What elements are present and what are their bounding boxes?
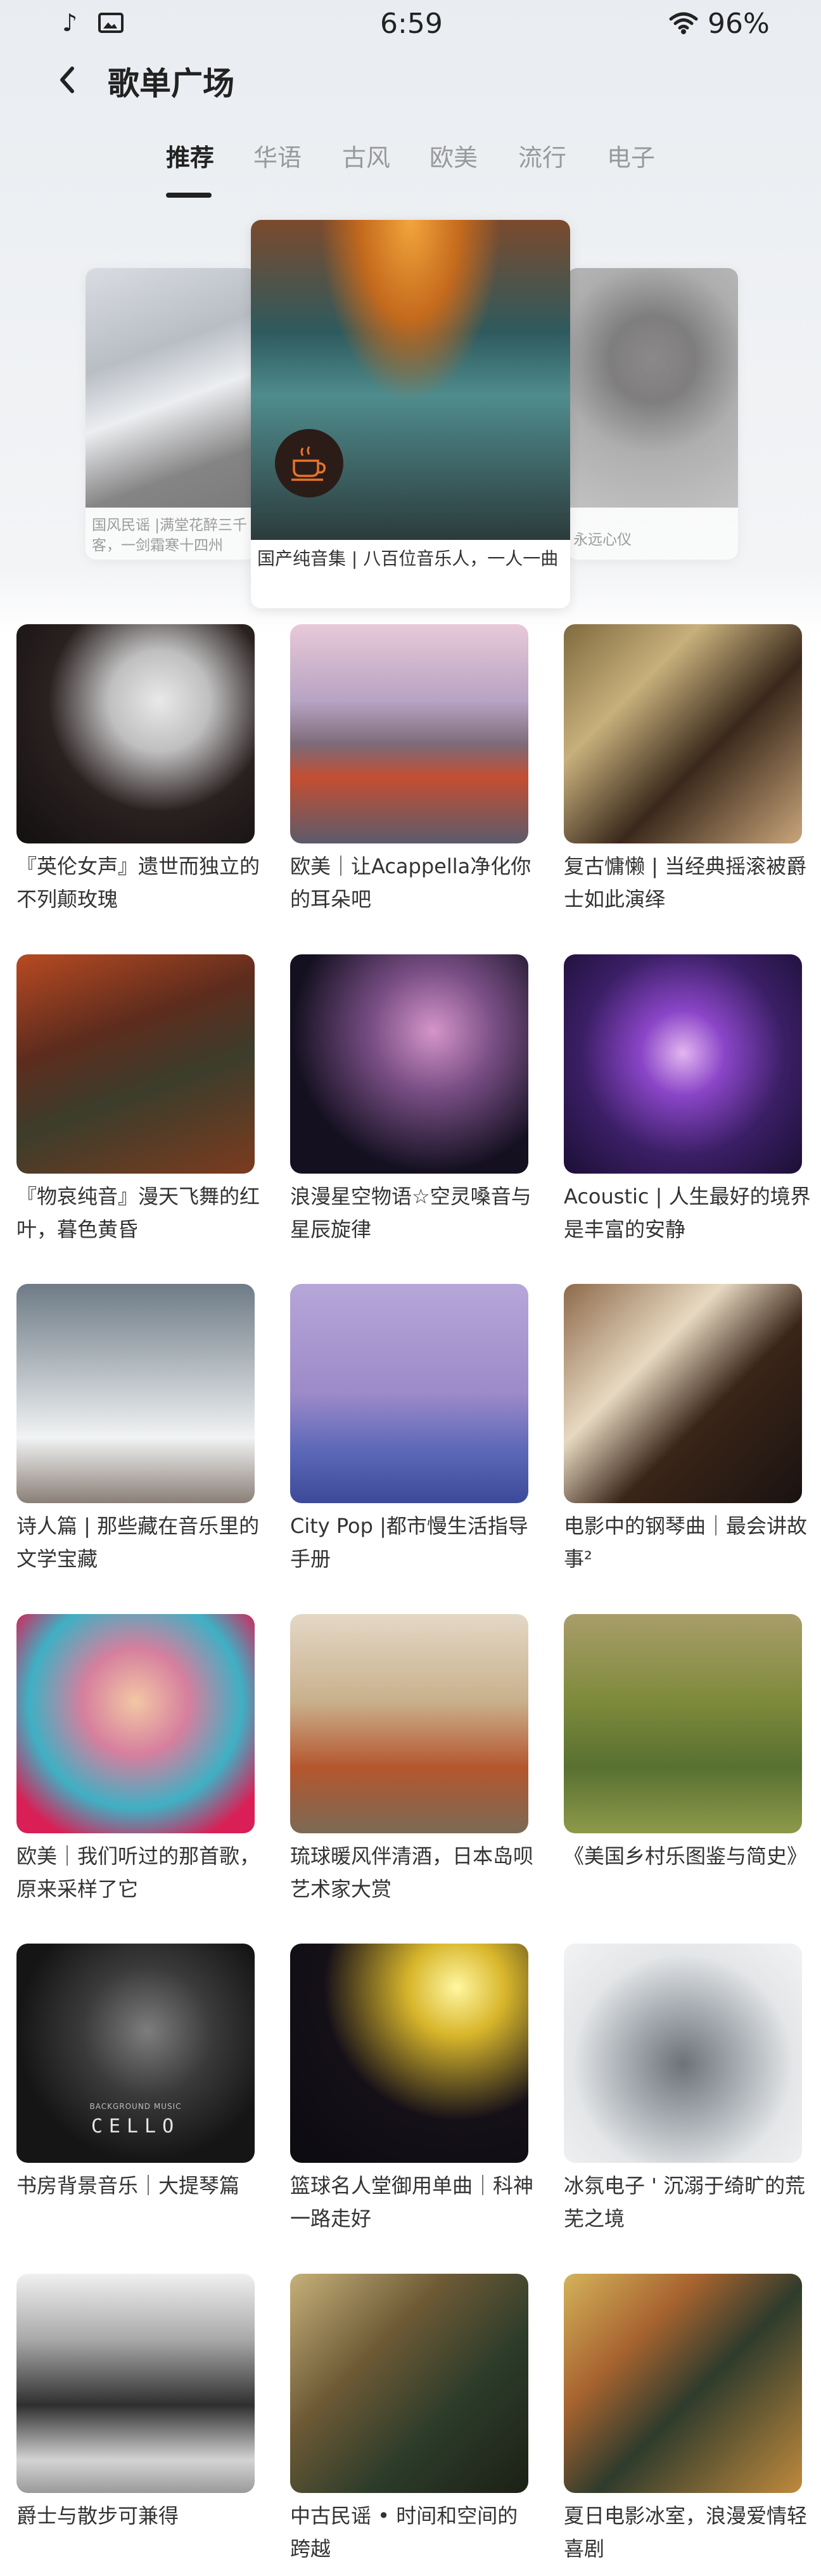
playlist-cover xyxy=(290,1284,528,1503)
playlist-cover xyxy=(564,1944,802,2163)
music-note-icon: ♪ xyxy=(62,9,78,37)
tab-chinese[interactable]: 华语 xyxy=(253,138,302,173)
tab-western[interactable]: 欧美 xyxy=(430,138,478,173)
playlist-title: 琉球暖风伴清酒，日本岛呗艺术家大赏 xyxy=(290,1844,534,1901)
playlist-cover xyxy=(16,2274,255,2493)
carousel-caption: 国风民谣 |满堂花醉三千客，一剑霜寒十四州 xyxy=(92,517,248,554)
chevron-left-icon xyxy=(60,67,74,93)
playlist-title: 『英伦女声』遗世而独立的不列颠玫瑰 xyxy=(16,854,260,911)
playlist-title: 爵士与散步可兼得 xyxy=(16,2504,179,2528)
tab-recommended[interactable]: 推荐 xyxy=(166,138,214,173)
playlist-cover xyxy=(290,2274,528,2493)
carousel-card-left[interactable]: 国风民谣 |满堂花醉三千客，一剑霜寒十四州 xyxy=(86,268,257,560)
playlist-cover xyxy=(290,1614,528,1833)
playlist-title: 篮球名人堂御用单曲｜科神一路走好 xyxy=(290,2174,534,2231)
playlist-title: 浪漫星空物语☆空灵嗓音与星辰旋律 xyxy=(290,1184,531,1241)
playlist-title: 欧美｜让Acappella净化你的耳朵吧 xyxy=(290,854,531,911)
playlist-cover xyxy=(290,1944,528,2163)
playlist-title: 《美国乡村乐图鉴与简史》 xyxy=(564,1844,808,1868)
cover-title: CELLO xyxy=(91,2115,181,2137)
playlist-cover xyxy=(16,954,255,1174)
playlist-cover xyxy=(564,1614,802,1833)
carousel-caption: 国产纯音集 | 八百位音乐人，一人一曲 xyxy=(257,548,559,569)
playlist-title: Acoustic | 人生最好的境界是丰富的安静 xyxy=(564,1184,811,1241)
playlist-cover xyxy=(564,624,802,843)
coffee-cup-icon xyxy=(275,429,343,497)
active-tab-indicator xyxy=(166,193,212,198)
playlist-cover: BACKGROUND MUSIC CELLO xyxy=(16,1944,255,2163)
status-time: 6:59 xyxy=(380,8,443,40)
playlist-title: 夏日电影冰室，浪漫爱情轻喜剧 xyxy=(564,2504,808,2561)
playlist-cover xyxy=(564,2274,802,2493)
back-button[interactable] xyxy=(54,63,80,96)
playlist-cover xyxy=(564,1284,802,1503)
playlist-title: 欧美｜我们听过的那首歌，原来采样了它 xyxy=(16,1844,260,1901)
carousel-caption: 永远心仪 xyxy=(573,532,632,548)
image-icon xyxy=(98,13,124,33)
carousel-card-right[interactable]: 永远心仪 xyxy=(567,268,738,560)
tab-electronic[interactable]: 电子 xyxy=(607,138,655,173)
playlist-title: 书房背景音乐｜大提琴篇 xyxy=(16,2174,240,2198)
playlist-title: 诗人篇 | 那些藏在音乐里的文学宝藏 xyxy=(16,1514,260,1571)
carousel-card-center[interactable]: 国产纯音集 | 八百位音乐人，一人一曲 xyxy=(251,220,570,608)
playlist-title: 冰氛电子 ' 沉溺于绮旷的荒芜之境 xyxy=(564,2174,806,2231)
status-bar: ♪ 6:59 96% xyxy=(0,0,821,51)
playlist-title: 『物哀纯音』漫天飞舞的红叶，暮色黄昏 xyxy=(16,1184,260,1241)
page-title: 歌单广场 xyxy=(108,65,234,102)
playlist-cover xyxy=(16,1614,255,1833)
cover-subtitle: BACKGROUND MUSIC xyxy=(89,2102,182,2111)
playlist-cover xyxy=(16,624,255,843)
playlist-title: City Pop |都市慢生活指导手册 xyxy=(290,1514,528,1571)
playlist-cover xyxy=(290,624,528,843)
tab-ancient-style[interactable]: 古风 xyxy=(342,138,390,173)
wifi-icon xyxy=(669,12,698,34)
playlist-cover xyxy=(564,954,802,1174)
playlist-cover xyxy=(16,1284,255,1503)
playlist-title: 中古民谣 • 时间和空间的跨越 xyxy=(290,2504,518,2561)
playlist-cover xyxy=(567,268,738,508)
playlist-cover xyxy=(251,220,570,540)
playlist-cover xyxy=(86,268,257,508)
playlist-title: 电影中的钢琴曲｜最会讲故事² xyxy=(564,1514,808,1571)
battery-level: 96% xyxy=(708,8,770,40)
playlist-title: 复古慵懒 | 当经典摇滚被爵士如此演绎 xyxy=(564,854,807,911)
playlist-cover xyxy=(290,954,528,1174)
tab-pop[interactable]: 流行 xyxy=(518,138,566,173)
